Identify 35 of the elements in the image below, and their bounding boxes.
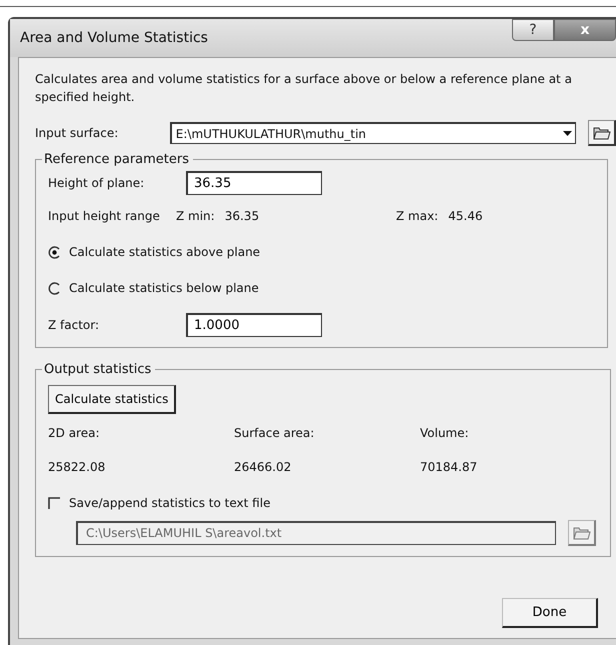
description-text: Calculates area and volume statistics for a surface above or below a reference plane at a specified height. [35, 71, 573, 106]
z-min-label: Z min: [176, 209, 215, 223]
group-title: Reference parameters [43, 152, 190, 167]
radio-label: Calculate statistics below plane [69, 281, 259, 295]
z-factor-input-field[interactable]: 1.0000 [186, 313, 322, 337]
result-value: 26466.02 [234, 460, 292, 474]
checkbox-label: Save/append statistics to text file [69, 496, 270, 510]
field-label: Height of plane: [48, 176, 146, 190]
caret-icon [563, 131, 572, 136]
radio-label: Calculate statistics above plane [69, 245, 260, 259]
result-value: 25822.08 [48, 460, 106, 474]
z-max-label: Z max: [396, 209, 438, 223]
height-input-field[interactable]: 36.35 [186, 171, 322, 195]
z-min-value: 36.35 [224, 209, 260, 223]
folder-icon [592, 124, 611, 140]
result-label: Volume: [420, 426, 470, 440]
group-title: Output statistics [43, 362, 152, 377]
browse-button[interactable] [568, 520, 596, 546]
open-folder-button[interactable] [588, 120, 616, 146]
z-max-value: 45.46 [448, 209, 483, 223]
folder-icon [572, 524, 590, 540]
field-label: Z factor: [48, 318, 100, 332]
help-button[interactable]: ? [512, 19, 554, 41]
checkbox[interactable] [48, 496, 61, 510]
result-label: 2D area: [48, 426, 100, 440]
result-label: Surface area: [234, 426, 316, 440]
result-value: 70184.87 [420, 460, 478, 474]
range-label: Input height range [48, 209, 161, 223]
calculate-button[interactable]: Calculate statistics [48, 385, 176, 414]
window-title: Area and Volume Statistics [20, 30, 208, 46]
done-button[interactable]: Done [502, 598, 598, 628]
radio-button[interactable] [48, 246, 61, 258]
radio-button[interactable] [48, 282, 61, 294]
input-surface-dropdown[interactable]: E:\mUTHUKULATHUR\muthu_tin [170, 122, 576, 144]
field-label: Input surface: [35, 126, 120, 140]
